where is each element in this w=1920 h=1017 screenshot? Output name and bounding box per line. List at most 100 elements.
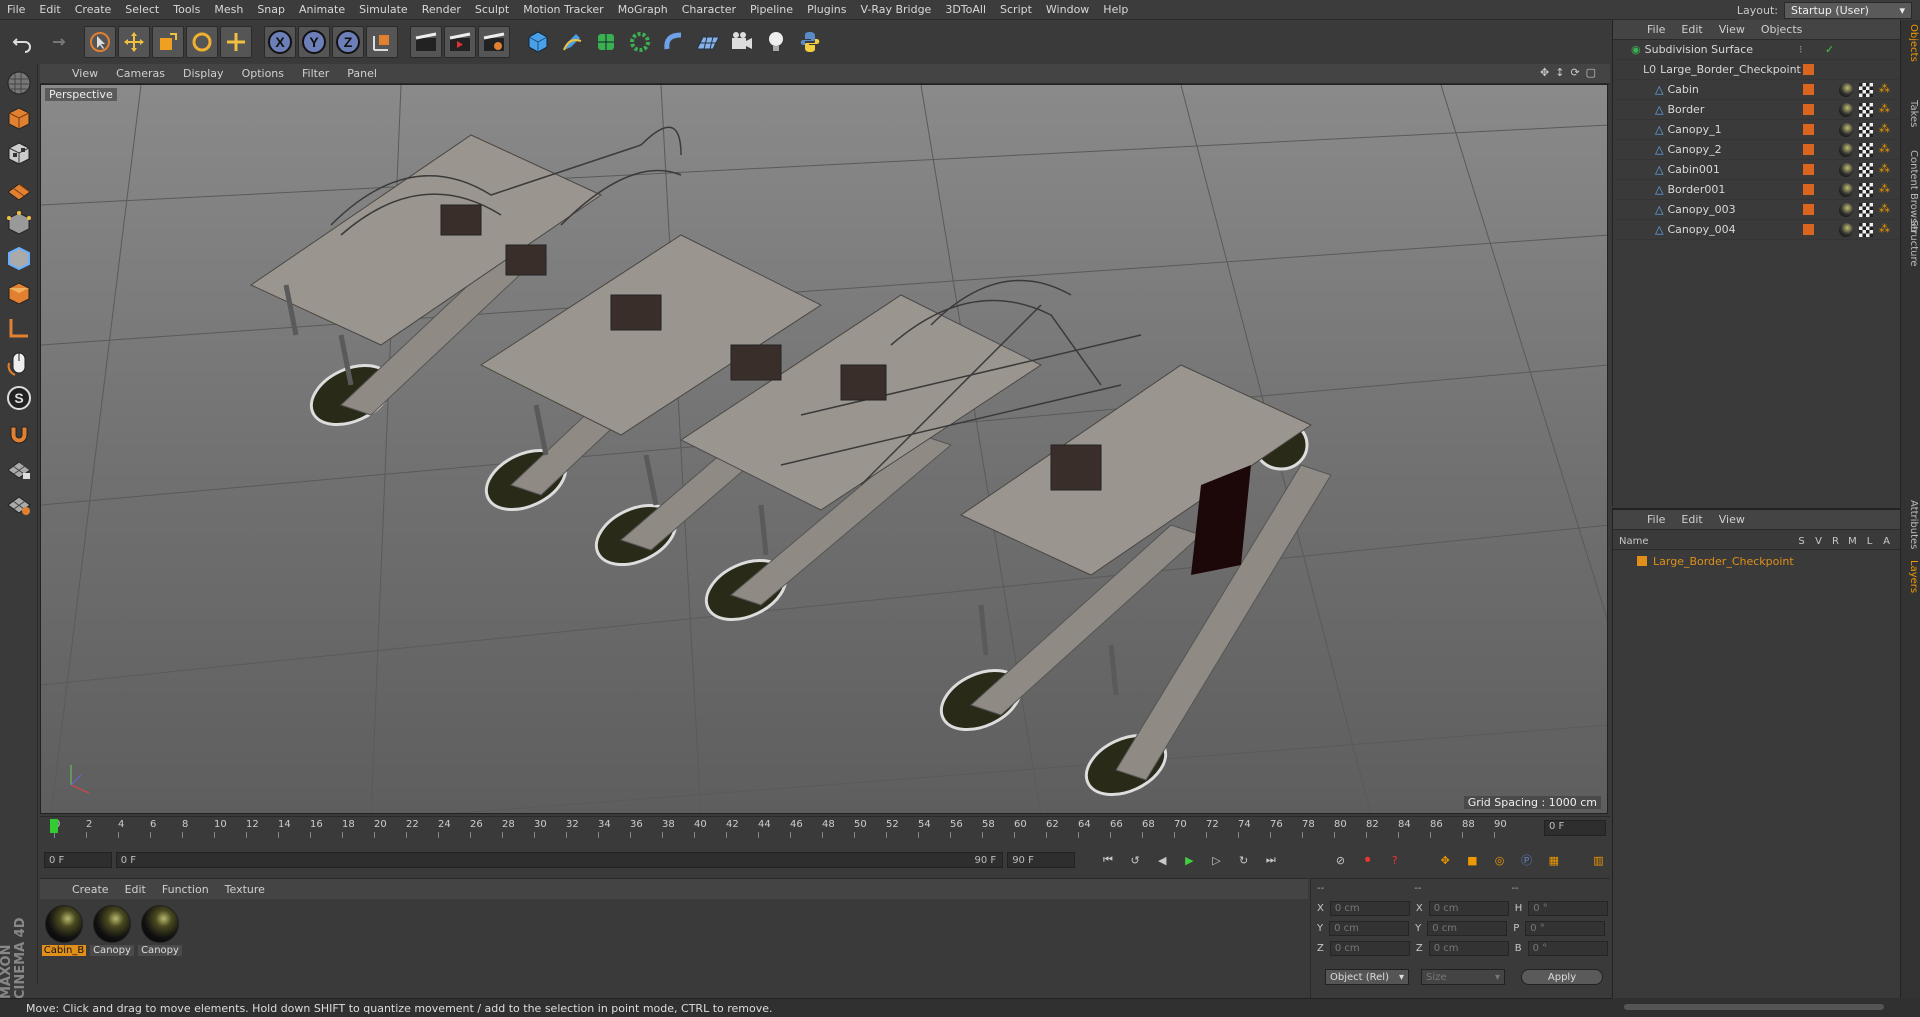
menu-select[interactable]: Select	[118, 3, 166, 16]
material-tag-icon[interactable]	[1839, 183, 1853, 197]
texture-tag-icon[interactable]	[1859, 223, 1873, 237]
material-tag-icon[interactable]	[1839, 163, 1853, 177]
workplane-mode-button[interactable]	[3, 172, 35, 204]
key-scale-button[interactable]: ■	[1461, 848, 1484, 872]
menu-tools[interactable]: Tools	[166, 3, 207, 16]
viewport-menu-display[interactable]: Display	[175, 67, 232, 80]
material-menu-texture[interactable]: Texture	[217, 883, 273, 896]
zoom-icon[interactable]: ↕	[1555, 66, 1564, 79]
timeline-window-button[interactable]: ▥	[1587, 848, 1610, 872]
menu-plugins[interactable]: Plugins	[800, 3, 853, 16]
object-row[interactable]: △ Canopy_003 ⁂	[1613, 200, 1901, 220]
coordinate-system-button[interactable]	[366, 26, 398, 58]
material-thumbnail[interactable]: Canopy	[138, 903, 182, 959]
object-menu-view[interactable]: View	[1711, 23, 1753, 36]
go-to-start-button[interactable]: ⏮	[1096, 848, 1119, 872]
menu-character[interactable]: Character	[675, 3, 743, 16]
key-parameter-button[interactable]: Ⓟ	[1515, 848, 1538, 872]
x-axis-button[interactable]: X	[264, 26, 296, 58]
object-row-group[interactable]: L0 Large_Border_Checkpoint	[1613, 60, 1901, 80]
next-key-button[interactable]: ↻	[1232, 848, 1255, 872]
model-mode-button[interactable]	[3, 102, 35, 134]
object-menu-file[interactable]: File	[1639, 23, 1673, 36]
key-pla-button[interactable]: ▦	[1542, 848, 1565, 872]
object-menu-objects[interactable]: Objects	[1753, 23, 1811, 36]
viewport-menu-panel[interactable]: Panel	[339, 67, 385, 80]
phong-tag-icon[interactable]: ⁂	[1879, 82, 1890, 95]
phong-tag-icon[interactable]: ⁂	[1879, 162, 1890, 175]
layout-dropdown[interactable]: Startup (User) ▾	[1784, 1, 1912, 19]
coord-value-field[interactable]: 0 cm	[1329, 941, 1410, 956]
render-settings-button[interactable]	[478, 26, 510, 58]
phong-tag-icon[interactable]: ⁂	[1879, 122, 1890, 135]
viewport-menu-cameras[interactable]: Cameras	[108, 67, 173, 80]
object-row[interactable]: △ Canopy_2 ⁂	[1613, 140, 1901, 160]
material-tag-icon[interactable]	[1839, 143, 1853, 157]
tweak-mode-button[interactable]	[3, 347, 35, 379]
autokey-button[interactable]: ⏺	[1356, 848, 1379, 872]
material-tag-icon[interactable]	[1839, 123, 1853, 137]
menu-window[interactable]: Window	[1039, 3, 1096, 16]
go-to-end-button[interactable]: ⏭	[1259, 848, 1282, 872]
menu-mograph[interactable]: MoGraph	[611, 3, 675, 16]
coordinate-mode-dropdown[interactable]: Object (Rel) ▾	[1325, 969, 1409, 985]
z-axis-button[interactable]: Z	[332, 26, 364, 58]
planar-workplane-button[interactable]	[3, 487, 35, 519]
timeline-ruler[interactable]: 0246810121416182022242628303234363840424…	[40, 816, 1610, 840]
object-row[interactable]: △ Border001 ⁂	[1613, 180, 1901, 200]
object-menu-edit[interactable]: Edit	[1673, 23, 1710, 36]
make-editable-button[interactable]	[3, 67, 35, 99]
menu-help[interactable]: Help	[1096, 3, 1135, 16]
material-tag-icon[interactable]	[1839, 103, 1853, 117]
move-tool-button[interactable]	[118, 26, 150, 58]
enable-snap-button[interactable]	[3, 417, 35, 449]
viewport-menu-options[interactable]: Options	[234, 67, 292, 80]
material-thumbnail[interactable]: Canopy	[90, 903, 134, 959]
layer-menu-view[interactable]: View	[1711, 513, 1753, 526]
orbit-icon[interactable]: ⟳	[1570, 66, 1579, 79]
deformer-button[interactable]	[658, 26, 690, 58]
coord-value-field[interactable]: 0 cm	[1329, 921, 1410, 936]
viewport-menu-filter[interactable]: Filter	[294, 67, 337, 80]
coord-value-field[interactable]: 0 cm	[1427, 921, 1508, 936]
phong-tag-icon[interactable]: ⁂	[1879, 102, 1890, 115]
timeline-playhead[interactable]	[50, 819, 58, 833]
texture-tag-icon[interactable]	[1859, 103, 1873, 117]
redo-button[interactable]	[40, 26, 72, 58]
array-object-button[interactable]	[624, 26, 656, 58]
pen-spline-button[interactable]	[556, 26, 588, 58]
layer-column-header[interactable]: V	[1810, 536, 1827, 547]
light-button[interactable]	[760, 26, 792, 58]
phong-tag-icon[interactable]: ⁂	[1879, 182, 1890, 195]
key-rotation-button[interactable]: ◎	[1488, 848, 1511, 872]
points-mode-button[interactable]	[3, 207, 35, 239]
max-frame-field[interactable]: 90 F	[1007, 852, 1075, 868]
layer-column-header[interactable]: R	[1827, 536, 1844, 547]
layer-menu-file[interactable]: File	[1639, 513, 1673, 526]
menu-mesh[interactable]: Mesh	[207, 3, 250, 16]
material-tag-icon[interactable]	[1839, 203, 1853, 217]
scale-tool-button[interactable]	[152, 26, 184, 58]
material-thumbnail[interactable]: Cabin_B	[42, 903, 86, 959]
play-button[interactable]: ▶	[1178, 848, 1201, 872]
rotate-tool-button[interactable]	[186, 26, 218, 58]
key-position-button[interactable]: ✥	[1434, 848, 1457, 872]
object-row-subdivision[interactable]: ◉ Subdivision Surface ⁝ ✓	[1613, 40, 1901, 60]
object-row[interactable]: △ Cabin ⁂	[1613, 80, 1901, 100]
previous-key-button[interactable]: ↺	[1124, 848, 1147, 872]
maximize-view-icon[interactable]: ▢	[1586, 66, 1596, 79]
current-frame-field[interactable]: 0 F	[44, 852, 112, 868]
horizontal-scrollbar[interactable]	[1624, 1004, 1884, 1010]
menu-sculpt[interactable]: Sculpt	[468, 3, 516, 16]
layer-row[interactable]: Large_Border_Checkpoint	[1613, 552, 1901, 570]
render-picture-viewer-button[interactable]	[444, 26, 476, 58]
layer-column-header[interactable]: A	[1878, 536, 1895, 547]
texture-tag-icon[interactable]	[1859, 123, 1873, 137]
size-mode-dropdown[interactable]: Size ▾	[1421, 969, 1505, 985]
phong-tag-icon[interactable]: ⁂	[1879, 222, 1890, 235]
object-row[interactable]: △ Border ⁂	[1613, 100, 1901, 120]
layer-column-header[interactable]: M	[1844, 536, 1861, 547]
next-frame-button[interactable]: ▷	[1205, 848, 1228, 872]
polygons-mode-button[interactable]	[3, 277, 35, 309]
perspective-viewport[interactable]: Perspective Grid Spacing : 1000 cm	[40, 84, 1608, 814]
